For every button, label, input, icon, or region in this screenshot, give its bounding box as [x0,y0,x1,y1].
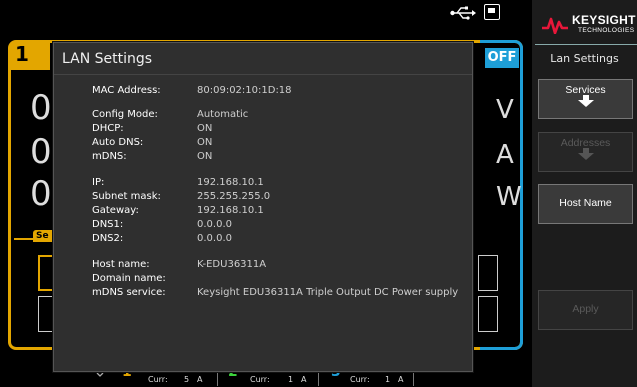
dns1-value: 0.0.0.0 [197,219,232,230]
current-unit: A [496,140,514,170]
auto-dns-value: ON [197,137,213,148]
softkey-panel-title: Lan Settings [550,52,619,65]
lan-settings-dialog: LAN Settings MAC Address: 80:09:02:10:1D… [53,42,473,372]
mdns-service-value: Keysight EDU36311A Triple Output DC Powe… [197,287,459,298]
status-divider [413,372,414,386]
dhcp-label: DHCP: [92,123,124,134]
ch3-curr-label: Curr: [350,375,370,384]
instrument-screen: 1 0 0 0 OFF V A W Se 1 Curr: 5 A 2 Curr:… [0,0,637,387]
mdns-service-label: mDNS service: [92,287,166,298]
keysight-logo-icon [542,17,568,34]
ch1-curr-label: Curr: [148,375,168,384]
dhcp-value: ON [197,123,213,134]
mac-address-label: MAC Address: [92,85,161,96]
services-softkey[interactable]: Services [538,79,633,119]
mdns-value: ON [197,151,213,162]
apply-softkey[interactable]: Apply [538,290,633,330]
current-digit: 0 [30,132,52,172]
right-setting-box-2[interactable] [478,296,498,332]
brand-name: KEYSIGHT [572,13,636,27]
power-digit: 0 [30,174,52,214]
config-mode-label: Config Mode: [92,109,158,120]
ip-value: 192.168.10.1 [197,177,264,188]
dns2-value: 0.0.0.0 [197,233,232,244]
voltage-digit: 0 [30,88,52,128]
host-name-label: Host name: [92,259,150,270]
dialog-title-separator [54,74,472,75]
ch3-curr-unit: A [398,375,404,384]
right-setting-box-1[interactable] [478,255,498,291]
subnet-mask-label: Subnet mask: [92,191,161,202]
ch2-curr-value: 1 [288,375,294,384]
voltage-unit: V [496,95,514,125]
host-name-label: Host Name [559,197,612,209]
host-name-softkey[interactable]: Host Name [538,184,633,224]
host-name-value: K-EDU36311A [197,259,267,270]
mac-address-value: 80:09:02:10:1D:18 [197,85,292,96]
arrow-down-icon [578,148,594,160]
gateway-value: 192.168.10.1 [197,205,264,216]
channel-number: 1 [15,42,29,66]
status-bar [0,0,530,32]
power-unit: W [496,182,522,212]
gateway-label: Gateway: [92,205,139,216]
status-divider [318,372,319,386]
ch3-curr-value: 1 [385,375,391,384]
ch2-curr-unit: A [301,375,307,384]
ip-label: IP: [92,177,105,188]
panel-divider [535,44,637,45]
drive-icon [484,4,500,20]
status-divider [217,372,218,386]
ch1-curr-value: 5 [184,375,190,384]
ch1-curr-unit: A [197,375,203,384]
domain-name-label: Domain name: [92,273,166,284]
config-mode-value: Automatic [197,109,249,120]
brand-subtitle: TECHNOLOGIES [578,27,635,34]
dns1-label: DNS1: [92,219,124,230]
ch2-curr-label: Curr: [250,375,270,384]
usb-icon [450,6,476,20]
dns2-label: DNS2: [92,233,124,244]
subnet-mask-value: 255.255.255.0 [197,191,271,202]
output-off-badge[interactable]: OFF [485,48,519,68]
arrow-down-icon [578,95,594,107]
auto-dns-label: Auto DNS: [92,137,144,148]
addresses-softkey[interactable]: Addresses [538,132,633,172]
dialog-title: LAN Settings [62,51,153,67]
brand-logo: KEYSIGHT TECHNOLOGIES [536,10,636,40]
mdns-label: mDNS: [92,151,127,162]
apply-label: Apply [572,303,599,315]
